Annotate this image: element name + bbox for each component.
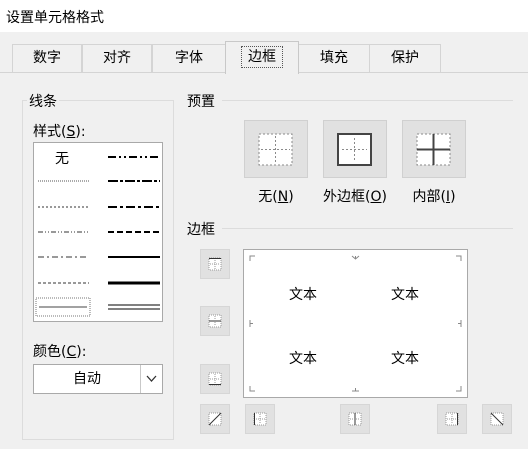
- border-top-icon: [208, 257, 222, 271]
- border-bottom-icon: [208, 372, 222, 386]
- preview-text-top-right: 文本: [391, 287, 419, 303]
- border-right-icon: [445, 412, 459, 426]
- line-style-samples: [35, 156, 160, 317]
- preset-outline-icon: [337, 133, 372, 166]
- tab-font[interactable]: 字体: [152, 44, 226, 72]
- line-style-list[interactable]: 无: [33, 142, 163, 322]
- border-inside-horizontal-button[interactable]: [200, 306, 230, 336]
- border-diagonal-up-icon: [208, 412, 222, 426]
- tab-fill[interactable]: 填充: [298, 44, 370, 72]
- border-preview[interactable]: 文本 文本 文本 文本: [243, 249, 468, 398]
- border-right-button[interactable]: [437, 404, 467, 434]
- line-group-title: 线条: [27, 91, 59, 111]
- preview-text-bottom-right: 文本: [391, 351, 419, 367]
- preview-text-bottom-left: 文本: [289, 351, 317, 367]
- border-diagonal-down-icon: [490, 412, 504, 426]
- presets-separator: [222, 100, 513, 101]
- border-top-button[interactable]: [200, 249, 230, 279]
- border-left-button[interactable]: [245, 404, 275, 434]
- line-color-dropdown[interactable]: 自动: [33, 364, 163, 394]
- chevron-down-icon[interactable]: [140, 365, 162, 393]
- preset-none-icon: [258, 133, 293, 166]
- line-color-value: 自动: [73, 371, 101, 387]
- border-title: 边框: [185, 219, 217, 239]
- border-inside-vertical-button[interactable]: [340, 404, 370, 434]
- border-separator: [222, 228, 513, 229]
- border-diagonal-down-button[interactable]: [482, 404, 512, 434]
- tab-alignment[interactable]: 对齐: [82, 44, 152, 72]
- tab-protection[interactable]: 保护: [369, 44, 441, 72]
- border-left-icon: [253, 412, 267, 426]
- preview-text-top-left: 文本: [289, 287, 317, 303]
- line-style-label: 样式(S):: [33, 124, 86, 140]
- presets-title: 预置: [185, 91, 217, 111]
- preset-inside-label: 内部(I): [412, 189, 456, 205]
- preset-inside-icon: [416, 133, 451, 166]
- border-bottom-button[interactable]: [200, 364, 230, 394]
- tab-border[interactable]: 边框: [225, 41, 299, 74]
- preset-none-button[interactable]: [244, 120, 308, 178]
- border-inside-vertical-icon: [348, 412, 362, 426]
- preset-outline-button[interactable]: [323, 120, 387, 178]
- line-color-label: 颜色(C):: [33, 344, 87, 360]
- preset-inside-button[interactable]: [402, 120, 466, 178]
- preset-outline-label: 外边框(O): [323, 189, 387, 205]
- preset-none-label: 无(N): [258, 189, 294, 205]
- window-title: 设置单元格格式: [6, 10, 104, 26]
- tab-number[interactable]: 数字: [12, 44, 82, 72]
- preview-guides: [249, 255, 462, 392]
- border-diagonal-up-button[interactable]: [200, 404, 230, 434]
- border-inside-horizontal-icon: [208, 314, 222, 328]
